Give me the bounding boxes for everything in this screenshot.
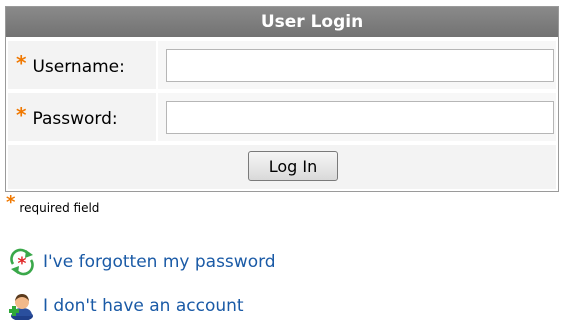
login-panel: User Login * Username: * Password: Log In <box>5 6 559 192</box>
password-label-cell: * Password: <box>8 93 156 141</box>
add-user-icon[interactable] <box>8 292 36 321</box>
required-star: * <box>6 192 16 213</box>
password-row: * Password: <box>6 93 558 143</box>
login-title: User Login <box>6 7 558 37</box>
button-row: Log In <box>8 145 556 189</box>
required-field-text: required field <box>19 201 100 215</box>
no-account-link[interactable]: I don't have an account <box>43 296 244 316</box>
login-button[interactable]: Log In <box>248 151 338 181</box>
required-star: * <box>16 51 27 75</box>
svg-text:*: * <box>18 254 27 274</box>
password-label: Password: <box>32 109 118 129</box>
username-input-cell <box>158 41 556 89</box>
username-label: Username: <box>32 57 125 77</box>
password-recovery-icon[interactable]: * <box>8 248 36 276</box>
password-input[interactable] <box>166 101 554 134</box>
username-row: * Username: <box>6 41 558 91</box>
no-account-link-row[interactable]: I don't have an account <box>8 290 244 322</box>
username-label-cell: * Username: <box>8 41 156 89</box>
required-field-note: * required field <box>6 194 100 216</box>
username-input[interactable] <box>166 49 554 82</box>
password-input-cell <box>158 93 556 141</box>
required-star: * <box>16 103 27 127</box>
forgot-password-link-row[interactable]: * I've forgotten my password <box>8 246 276 278</box>
forgot-password-link[interactable]: I've forgotten my password <box>43 252 276 272</box>
